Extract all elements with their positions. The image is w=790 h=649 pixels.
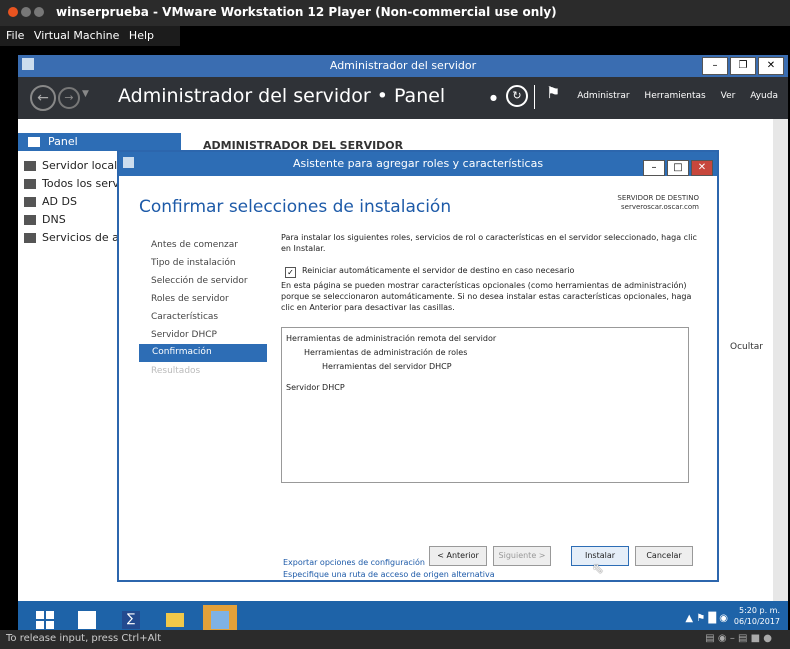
- step-resultados: Resultados: [151, 366, 201, 376]
- breadcrumb: Administrador del servidor • Panel: [118, 85, 446, 107]
- menu-ver[interactable]: Ver: [721, 91, 736, 101]
- restart-checkbox-label[interactable]: Reiniciar automáticamente el servidor de…: [302, 266, 574, 275]
- vmware-statusbar: To release input, press Ctrl+Alt ▤ ◉ – ▤…: [0, 630, 790, 649]
- dns-icon: [24, 215, 36, 225]
- sidebar-item-todos-los-servidores[interactable]: Todos los servi: [24, 177, 122, 193]
- menu-help[interactable]: Help: [129, 29, 154, 42]
- step-tipo-de-instalacion[interactable]: Tipo de instalación: [151, 258, 236, 268]
- maximize-button[interactable]: □: [667, 160, 689, 176]
- restore-button[interactable]: ❐: [730, 57, 756, 75]
- step-seleccion-de-servidor[interactable]: Selección de servidor: [151, 276, 248, 286]
- server-manager-titlebar: Administrador del servidor – ❐ ✕: [18, 55, 788, 77]
- restart-checkbox[interactable]: ✓: [285, 267, 296, 278]
- ad-ds-icon: [24, 197, 36, 207]
- window-controls[interactable]: [8, 6, 47, 20]
- menu-virtual-machine[interactable]: Virtual Machine: [34, 29, 120, 42]
- refresh-icon[interactable]: ↻: [506, 85, 528, 107]
- servers-icon: [24, 179, 36, 189]
- device-icons[interactable]: ▤ ◉ – ▤ ■ ●: [705, 633, 772, 644]
- previous-button[interactable]: < Anterior: [429, 546, 487, 566]
- step-roles-de-servidor[interactable]: Roles de servidor: [151, 294, 229, 304]
- cursor-icon: ⬁: [592, 561, 604, 577]
- cancel-button[interactable]: Cancelar: [635, 546, 693, 566]
- vmware-titlebar: winserprueba - VMware Workstation 12 Pla…: [0, 0, 790, 26]
- sidebar-item-label: Servicios de ar: [42, 231, 124, 244]
- export-config-link[interactable]: Exportar opciones de configuración: [283, 558, 425, 567]
- maximize-icon[interactable]: [34, 7, 44, 17]
- selection-list: Herramientas de administración remota de…: [281, 327, 689, 483]
- dropdown-dot-icon[interactable]: ●: [490, 93, 497, 102]
- destination-server: serveroscar.oscar.com: [620, 203, 699, 211]
- alternate-source-link[interactable]: Especifique una ruta de acceso de origen…: [283, 570, 495, 579]
- destination-label: SERVIDOR DE DESTINO: [617, 194, 699, 202]
- powershell-icon: ∑: [122, 611, 140, 629]
- wizard-title: Asistente para agregar roles y caracterí…: [292, 157, 544, 170]
- server-icon: [24, 161, 36, 171]
- wizard-titlebar: Asistente para agregar roles y caracterí…: [119, 152, 717, 176]
- sidebar-item-label: DNS: [42, 213, 66, 226]
- list-item: Herramientas de administración de roles: [304, 348, 468, 357]
- menubar-spacer: [180, 26, 790, 46]
- minimize-button[interactable]: –: [702, 57, 728, 75]
- sidebar-item-label: Todos los servi: [42, 177, 123, 190]
- list-item: Herramientas del servidor DHCP: [322, 362, 452, 371]
- menu-herramientas[interactable]: Herramientas: [644, 91, 705, 101]
- guest-screen: Administrador del servidor – ❐ ✕ ← → ▼ Adm…: [18, 55, 788, 641]
- next-button: Siguiente >: [493, 546, 551, 566]
- flag-icon[interactable]: ⚑: [546, 83, 560, 102]
- vmware-title: winserprueba - VMware Workstation 12 Pla…: [56, 5, 557, 19]
- menu-file[interactable]: File: [6, 29, 24, 42]
- list-item: Servidor DHCP: [286, 383, 345, 392]
- windows-icon: [36, 611, 54, 629]
- menu-ayuda[interactable]: Ayuda: [750, 91, 778, 101]
- sidebar-item-servidor-local[interactable]: Servidor local: [24, 159, 117, 175]
- step-antes-de-comenzar[interactable]: Antes de comenzar: [151, 240, 238, 250]
- back-icon[interactable]: ←: [30, 85, 56, 111]
- scrollbar[interactable]: [773, 119, 788, 619]
- sidebar-item-label: Servidor local: [42, 159, 118, 172]
- step-label: Confirmación: [152, 347, 212, 357]
- optional-features-text: En esta página se pueden mostrar caracte…: [281, 281, 692, 312]
- close-icon[interactable]: [8, 7, 18, 17]
- menu-administrar[interactable]: Administrar: [577, 91, 629, 101]
- server-icon: [78, 611, 96, 629]
- minimize-icon[interactable]: [21, 7, 31, 17]
- step-servidor-dhcp[interactable]: Servidor DHCP: [151, 330, 217, 340]
- list-item: Herramientas de administración remota de…: [286, 334, 497, 343]
- server-manager-header: ← → ▼ Administrador del servidor • Panel…: [18, 77, 788, 119]
- wizard-heading: Confirmar selecciones de instalación: [139, 197, 452, 217]
- close-button[interactable]: ✕: [758, 57, 784, 75]
- minimize-button[interactable]: –: [643, 160, 665, 176]
- header-menu: Administrar Herramientas Ver Ayuda: [565, 91, 778, 101]
- chevron-down-icon[interactable]: ▼: [82, 89, 89, 99]
- release-input-hint: To release input, press Ctrl+Alt: [6, 633, 162, 644]
- vmware-menubar: File Virtual Machine Help: [0, 26, 180, 46]
- sidebar-item-label: Panel: [48, 135, 78, 148]
- sidebar-item-dns[interactable]: DNS: [24, 213, 66, 229]
- wizard-icon: [211, 611, 229, 629]
- divider: [534, 85, 535, 109]
- intro-text: Para instalar los siguientes roles, serv…: [281, 233, 697, 253]
- sidebar-item-panel[interactable]: Panel: [18, 133, 181, 151]
- close-button[interactable]: ✕: [691, 160, 713, 176]
- forward-icon[interactable]: →: [58, 87, 80, 109]
- sidebar-item-label: AD DS: [42, 195, 77, 208]
- add-roles-wizard: Asistente para agregar roles y caracterí…: [117, 150, 719, 582]
- clock-time: 5:20 p. m.: [738, 606, 780, 615]
- step-confirmacion[interactable]: Confirmación: [139, 344, 267, 362]
- file-services-icon: [24, 233, 36, 243]
- folder-icon: [166, 613, 184, 627]
- server-manager-title: Administrador del servidor: [329, 59, 477, 72]
- system-tray[interactable]: ▲ ⚑ █ ◉: [685, 613, 728, 624]
- clock-date: 06/10/2017: [733, 617, 780, 626]
- step-caracteristicas[interactable]: Características: [151, 312, 218, 322]
- dashboard-icon: [28, 137, 40, 147]
- clock[interactable]: 5:20 p. m. 06/10/2017: [734, 605, 780, 627]
- sidebar-item-ad-ds[interactable]: AD DS: [24, 195, 77, 211]
- hide-link[interactable]: Ocultar: [730, 342, 763, 352]
- sidebar-item-servicios[interactable]: Servicios de ar: [24, 231, 123, 247]
